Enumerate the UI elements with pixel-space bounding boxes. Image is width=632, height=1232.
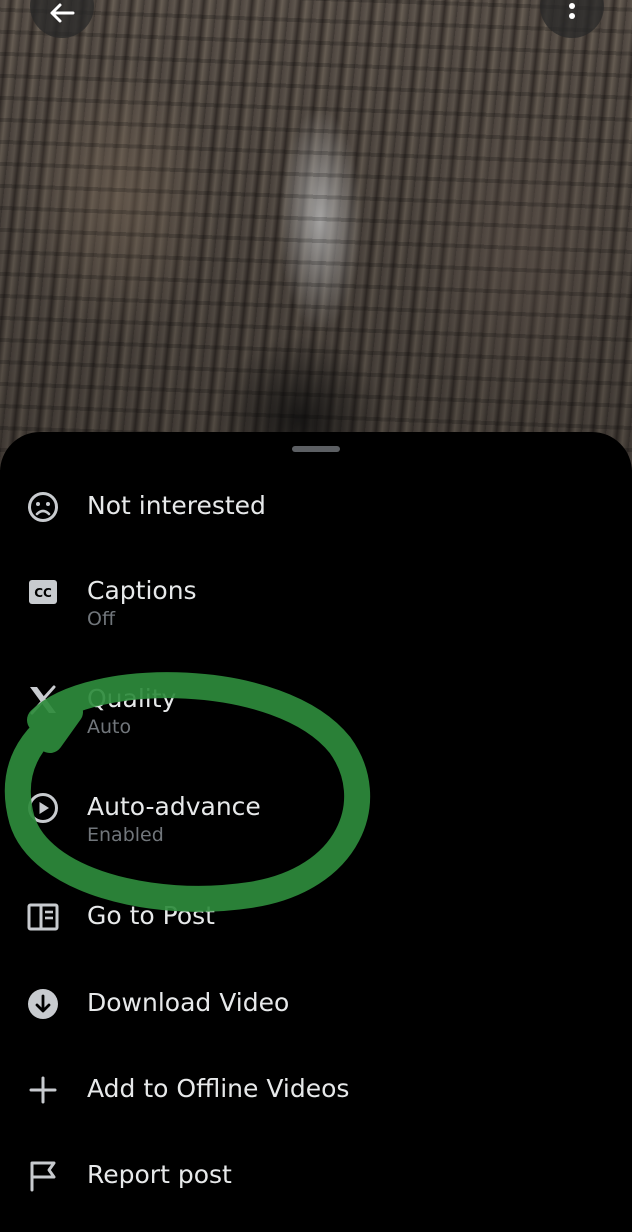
post-icon [26,900,60,934]
menu-item-download-video[interactable]: Download Video [0,987,632,1047]
menu-item-label: Report post [87,1160,232,1189]
plus-icon [26,1073,60,1107]
options-sheet: Not interested CC Captions Off Quality A… [0,432,632,1232]
flag-icon [26,1159,60,1193]
sheet-drag-handle[interactable] [292,446,340,452]
menu-item-label: Quality [87,684,177,713]
quality-status: Auto [87,716,132,738]
menu-item-label: Auto-advance [87,792,261,821]
captions-status: Off [87,608,116,630]
x-logo-icon [26,683,60,717]
menu-item-captions[interactable]: CC Captions Off [0,575,632,635]
menu-item-go-to-post[interactable]: Go to Post [0,900,632,960]
menu-item-auto-advance[interactable]: Auto-advance Enabled [0,791,632,851]
more-vertical-icon [569,3,575,19]
menu-item-label: Not interested [87,491,266,520]
video-frame[interactable] [0,0,632,470]
menu-item-label: Go to Post [87,901,215,930]
cc-icon: CC [26,575,60,609]
menu-item-report-post[interactable]: Report post [0,1159,632,1219]
menu-item-not-interested[interactable]: Not interested [0,490,632,550]
svg-text:CC: CC [34,586,52,600]
auto-advance-status: Enabled [87,824,164,846]
menu-item-quality[interactable]: Quality Auto [0,683,632,743]
download-icon [26,987,60,1021]
arrow-left-icon [50,3,75,23]
menu-item-label: Download Video [87,988,290,1017]
menu-item-add-offline[interactable]: Add to Offline Videos [0,1073,632,1133]
menu-item-label: Captions [87,576,197,605]
sad-face-icon [26,490,60,524]
video-shade [0,0,632,470]
play-circle-icon [26,791,60,825]
menu-item-label: Add to Offline Videos [87,1074,350,1103]
